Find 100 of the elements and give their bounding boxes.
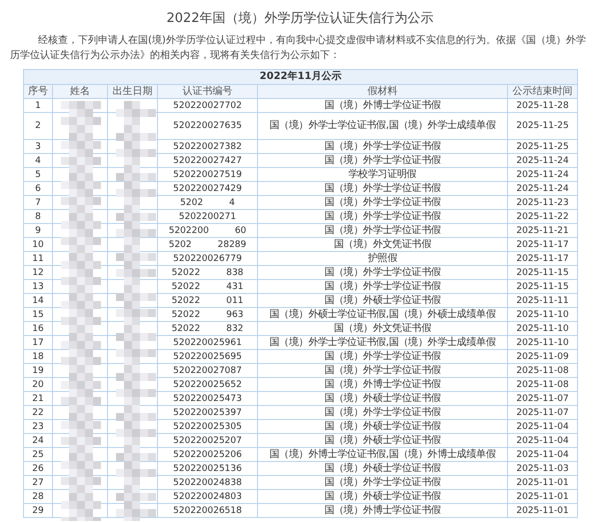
table-cell: 520220027635 [158,112,258,140]
table-cell: 2025-11-10 [508,308,578,322]
table-cell: 2025-11-28 [508,98,578,112]
table-cell: 10 [24,238,52,252]
table-cell: 国（境）外硕士学位证书假 [258,420,508,434]
table-cell: 7 [24,196,52,210]
table-cell: 国（境）外文凭证书假 [258,238,508,252]
table-cell: 2 [24,112,52,140]
table-cell: 5202 4 [158,196,258,210]
table-cell: 2025-11-15 [508,266,578,280]
table-cell: 学校学习证明假 [258,168,508,182]
table-cell: 2025-11-07 [508,406,578,420]
table-cell: 2025-11-22 [508,210,578,224]
table-cell: 12 [24,266,52,280]
table-cell: 2025-11-17 [508,238,578,252]
table-cell: 21 [24,392,52,406]
table-cell: 国（境）外文凭证书假 [258,322,508,336]
table-cell: 2025-11-01 [508,504,578,518]
table-cell: 国（境）外学士学位证书假 [258,476,508,490]
table-cell: 国（境）外博士学位证书假 [258,504,508,518]
table-cell: 2025-11-04 [508,420,578,434]
table-cell: 2025-11-11 [508,294,578,308]
table-cell: 52022 838 [158,266,258,280]
table-cell: 24 [24,434,52,448]
table-cell: 国（境）外硕士学位证书假 [258,462,508,476]
table-cell: 6 [24,182,52,196]
table-cell: 国（境）外博士学位证书假,国（境）外博士成绩单假 [258,448,508,462]
table-cell: 16 [24,322,52,336]
table-cell: 2025-11-07 [508,392,578,406]
table-cell: 29 [24,504,52,518]
table-cell: 2025-11-04 [508,434,578,448]
table-cell: 2025-11-04 [508,448,578,462]
column-header: 假材料 [258,84,508,98]
table-cell: 520220025206 [158,448,258,462]
table-cell: 3 [24,140,52,154]
table-cell: 8 [24,210,52,224]
table-cell: 23 [24,420,52,434]
table-cell: 国（境）外学士学位证书假 [258,140,508,154]
table-cell: 国（境）外硕士学位证书假 [258,490,508,504]
table-caption: 2022年11月公示 [24,70,578,84]
table-cell: 52022 963 [158,308,258,322]
table-cell: 2025-11-25 [508,112,578,140]
table-cell: 520220025305 [158,420,258,434]
column-header: 姓名 [52,84,108,98]
table-cell: 520220027087 [158,364,258,378]
table-cell: 国（境）外硕士学位证书假 [258,434,508,448]
table-cell: 5 [24,168,52,182]
table-cell: 2025-11-25 [508,140,578,154]
column-header: 序号 [24,84,52,98]
table-cell: 国（境）外学士学位证书假 [258,266,508,280]
table-cell: 国（境）外学士学位证书假 [258,350,508,364]
table-cell: 2025-11-21 [508,224,578,238]
table-cell: 国（境）外学士学位证书假,国（境）外学士成绩单假 [258,112,508,140]
table-cell: 国（境）外硕士学位证书假 [258,294,508,308]
table-cell: 5202200271 [158,210,258,224]
table-cell: 5202200 60 [158,224,258,238]
table-cell: 520220027429 [158,182,258,196]
table-cell: 520220025473 [158,392,258,406]
table-cell: 2025-11-24 [508,154,578,168]
column-header: 公示结束时间 [508,84,578,98]
column-header: 出生日期 [108,84,158,98]
table-cell: 国（境）外硕士学位证书假,国（境）外硕士成绩单假 [258,308,508,322]
table-cell: 国（境）外博士学位证书假 [258,98,508,112]
table-cell: 520220026779 [158,252,258,266]
table-cell: 22 [24,406,52,420]
table-cell: 2025-11-08 [508,364,578,378]
table-cell: 520220025695 [158,350,258,364]
table-cell: 2025-11-17 [508,252,578,266]
table-cell: 5202 28289 [158,238,258,252]
table-cell: 国（境）外学士学位证书假 [258,154,508,168]
table-cell: 2025-11-10 [508,322,578,336]
table-cell: 2025-11-01 [508,490,578,504]
table-cell: 18 [24,350,52,364]
table-cell: 520220027427 [158,154,258,168]
table-cell: 520220025961 [158,336,258,350]
intro-paragraph: 经核查，下列申请人在国(境)外学历学位认证过程中，有向我中心提交虚假申请材料或不实信息的行为。依据《国（境）外学历学位认证失信行为公示办法》的相关内容，现将有关失信行为公示如下： [10,34,587,63]
table-cell: 520220027519 [158,168,258,182]
table-cell: 13 [24,280,52,294]
table-cell: 国（境）外学士学位证书假 [258,406,508,420]
table-cell: 2025-11-24 [508,168,578,182]
table-cell: 520220024803 [158,490,258,504]
table-cell: 19 [24,364,52,378]
table-cell: 国（境）外博士学位证书假 [258,378,508,392]
table-cell: 2025-11-15 [508,280,578,294]
table-cell: 520220027702 [158,98,258,112]
column-header: 认证书编号 [158,84,258,98]
table-cell: 26 [24,462,52,476]
table-cell: 520220025397 [158,406,258,420]
table-cell: 520220024838 [158,476,258,490]
table-cell: 国（境）外学士学位证书假 [258,364,508,378]
table-cell: 2025-11-08 [508,378,578,392]
table-cell: 25 [24,448,52,462]
table-cell: 2025-11-03 [508,462,578,476]
table-cell: 国（境）外学士学位证书假 [258,224,508,238]
table-cell: 27 [24,476,52,490]
table-cell: 国（境）外学士学位证书假 [258,280,508,294]
table-cell: 15 [24,308,52,322]
table-cell: 17 [24,336,52,350]
table-cell: 11 [24,252,52,266]
table-cell: 2025-11-23 [508,196,578,210]
